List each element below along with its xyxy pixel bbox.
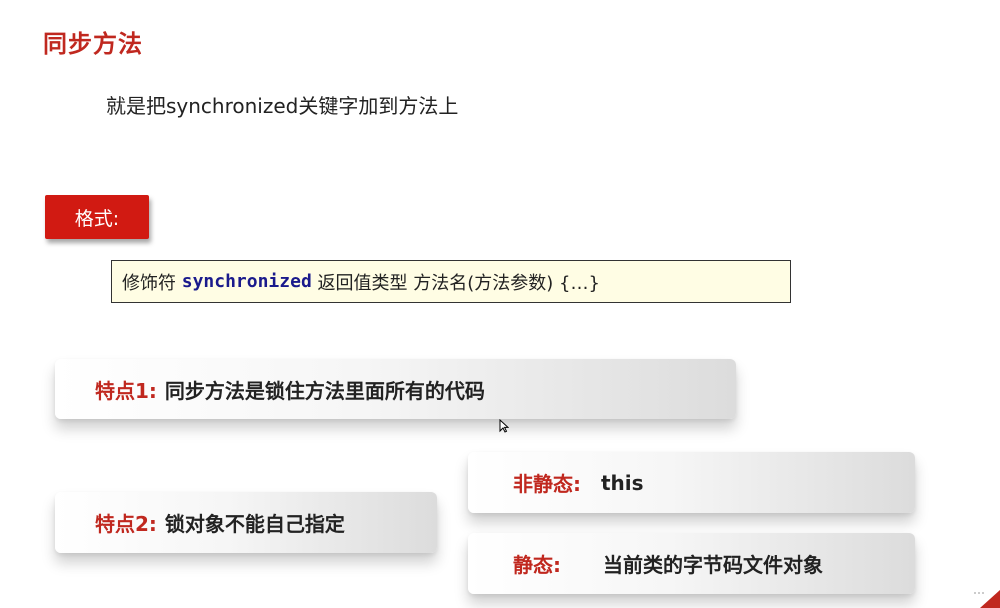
corner-decoration-icon — [974, 590, 1000, 608]
code-keyword: synchronized — [181, 271, 312, 292]
feature-1-card: 特点1: 同步方法是锁住方法里面所有的代码 — [55, 359, 736, 419]
static-value: 当前类的字节码文件对象 — [603, 553, 823, 577]
code-syntax-box: 修饰符 synchronized 返回值类型 方法名(方法参数) {…} — [111, 260, 791, 303]
non-static-label: 非静态: — [513, 472, 581, 496]
subtitle: 就是把synchronized关键字加到方法上 — [106, 94, 459, 118]
feature-1-label: 特点1: — [95, 378, 157, 403]
code-modifier: 修饰符 — [122, 272, 182, 294]
feature-1-text: 同步方法是锁住方法里面所有的代码 — [164, 378, 485, 403]
feature-2-card: 特点2: 锁对象不能自己指定 — [55, 492, 437, 553]
non-static-card: 非静态: this — [468, 452, 915, 513]
page-title: 同步方法 — [43, 30, 143, 58]
feature-2-text: 锁对象不能自己指定 — [164, 512, 345, 536]
non-static-value: this — [601, 470, 644, 495]
static-label: 静态: — [513, 553, 561, 577]
code-signature: 返回值类型 方法名(方法参数) {…} — [311, 272, 600, 294]
feature-2-label: 特点2: — [95, 512, 157, 536]
format-badge: 格式: — [45, 195, 149, 239]
static-card: 静态: 当前类的字节码文件对象 — [468, 533, 915, 594]
mouse-cursor-icon — [499, 419, 509, 433]
